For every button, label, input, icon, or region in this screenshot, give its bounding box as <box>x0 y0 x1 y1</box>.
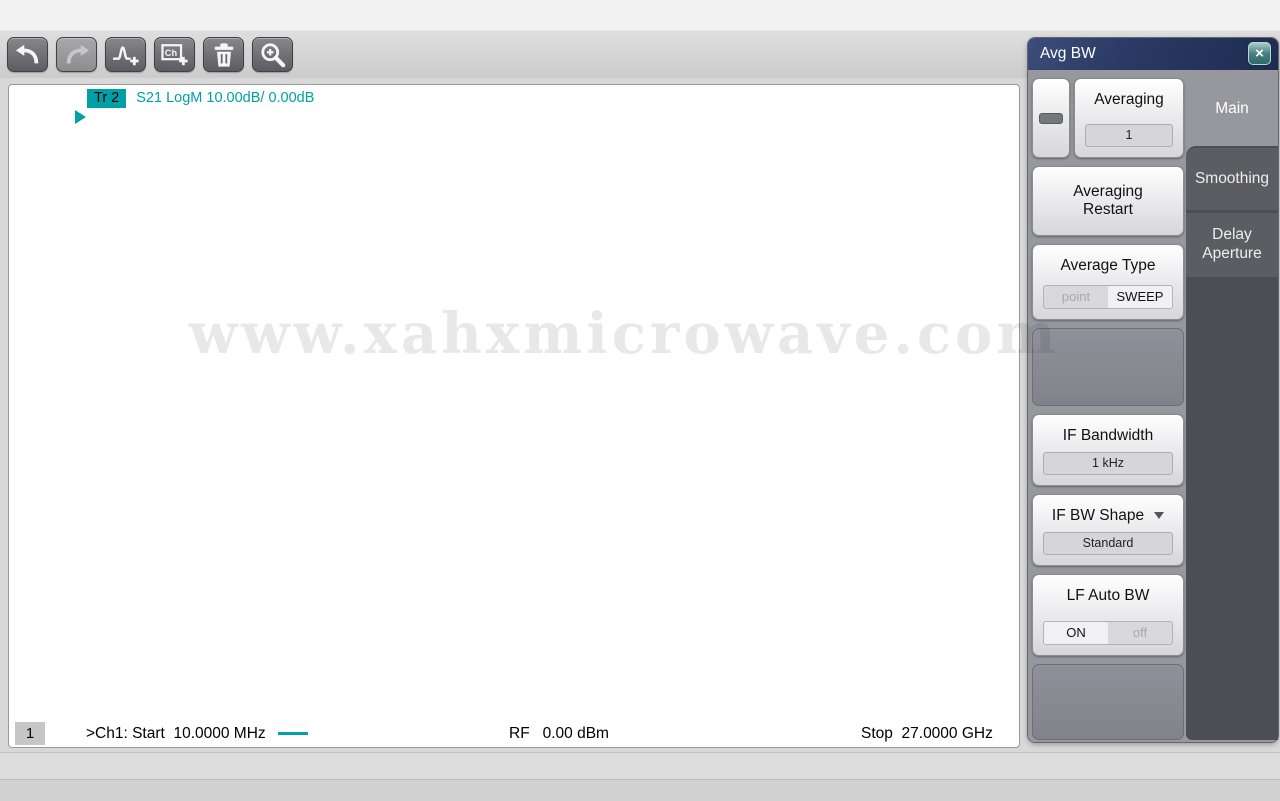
trace-color-dash-icon <box>277 732 308 736</box>
lf-auto-bw-off-option[interactable]: off <box>1108 622 1172 644</box>
redo-icon <box>66 44 89 63</box>
svg-text:Ch: Ch <box>164 47 177 57</box>
blank-button-2 <box>1032 664 1184 740</box>
averaging-button[interactable]: Averaging 1 <box>1074 78 1184 158</box>
panel-title: Avg BW <box>1040 45 1096 62</box>
reference-level-marker-icon[interactable] <box>75 110 86 124</box>
undo-button[interactable] <box>7 37 48 72</box>
if-bandwidth-value[interactable]: 1 kHz <box>1043 452 1173 475</box>
if-bw-shape-value[interactable]: Standard <box>1043 532 1173 555</box>
toggle-indicator-icon <box>1039 113 1063 124</box>
average-type-switch[interactable]: point SWEEP <box>1043 285 1173 309</box>
lf-auto-bw-on-option[interactable]: ON <box>1044 622 1108 644</box>
add-trace-button[interactable] <box>105 37 146 72</box>
averaging-toggle-button[interactable] <box>1032 78 1070 158</box>
start-frequency: >Ch1: Start 10.0000 MHz <box>86 721 308 747</box>
if-bandwidth-button[interactable]: IF Bandwidth 1 kHz <box>1032 414 1184 486</box>
stimulus-status-row: >Ch1: Start 10.0000 MHz RF 0.00 dBm Stop… <box>9 721 1019 747</box>
tab-smoothing[interactable]: Smoothing <box>1186 148 1278 210</box>
dropdown-arrow-icon <box>1154 512 1165 520</box>
delete-trash-icon <box>214 42 233 67</box>
zoom-button[interactable] <box>252 37 293 72</box>
menu-bar <box>0 0 1280 30</box>
panel-button-column: Averaging 1 Averaging Restart Average Ty… <box>1032 70 1184 742</box>
lf-auto-bw-button[interactable]: LF Auto BW ON off <box>1032 574 1184 656</box>
close-button[interactable]: × <box>1248 42 1271 65</box>
add-trace-icon <box>112 45 139 65</box>
zoom-magnifier-icon <box>260 42 285 67</box>
averaging-restart-button[interactable]: Averaging Restart <box>1032 166 1184 236</box>
trace-header: Tr 2 S21 LogM 10.00dB/ 0.00dB <box>87 88 314 108</box>
tab-delay-aperture[interactable]: Delay Aperture <box>1186 213 1278 277</box>
trace-badge[interactable]: Tr 2 <box>87 88 127 108</box>
panel-body: Averaging 1 Averaging Restart Average Ty… <box>1028 70 1278 742</box>
trace-format-label: S21 LogM 10.00dB/ 0.00dB <box>136 90 315 106</box>
redo-button[interactable] <box>56 37 97 72</box>
bottom-status-strip <box>0 779 1280 801</box>
panel-tab-group: Smoothing Delay Aperture <box>1186 146 1278 740</box>
rf-power: RF 0.00 dBm <box>509 725 609 742</box>
plot-svg <box>89 109 1011 718</box>
status-taskbar <box>0 752 1280 779</box>
avg-bw-panel: Avg BW × Averaging 1 Averaging Restart A… <box>1028 38 1278 742</box>
panel-title-bar[interactable]: Avg BW × <box>1028 38 1278 70</box>
averaging-value[interactable]: 1 <box>1085 124 1173 147</box>
delete-button[interactable] <box>203 37 244 72</box>
average-type-sweep-option[interactable]: SWEEP <box>1108 286 1172 308</box>
close-icon: × <box>1255 45 1264 62</box>
measurement-display: Tr 2 S21 LogM 10.00dB/ 0.00dB www.xahxmi… <box>8 84 1056 748</box>
undo-icon <box>15 44 38 63</box>
add-channel-icon: Ch <box>160 43 188 65</box>
add-channel-button[interactable]: Ch <box>154 37 195 72</box>
lf-auto-bw-switch[interactable]: ON off <box>1043 621 1173 645</box>
panel-tab-column: Main Smoothing Delay Aperture <box>1186 70 1278 742</box>
stop-frequency: Stop 27.0000 GHz <box>861 725 993 742</box>
if-bw-shape-button[interactable]: IF BW Shape Standard <box>1032 494 1184 566</box>
tab-main[interactable]: Main <box>1186 74 1278 144</box>
